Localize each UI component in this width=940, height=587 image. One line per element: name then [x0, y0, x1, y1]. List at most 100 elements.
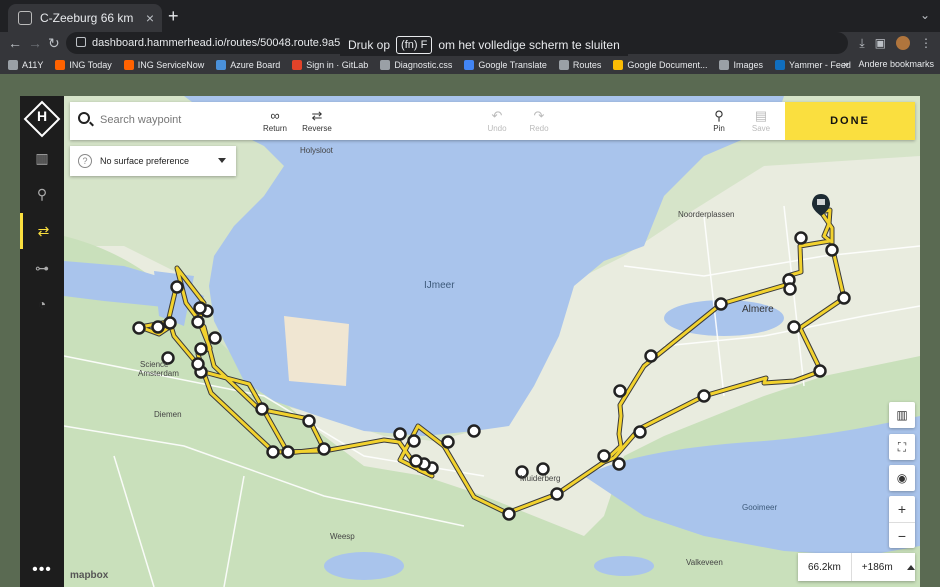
waypoint[interactable]: [193, 301, 207, 315]
help-icon: ?: [78, 154, 92, 168]
waypoint[interactable]: [393, 427, 407, 441]
waypoint[interactable]: [163, 316, 177, 330]
zoom-out-button[interactable]: −: [889, 522, 915, 548]
bookmark-label: Google Translate: [478, 60, 547, 70]
reverse-label: Reverse: [302, 124, 332, 133]
waypoint[interactable]: [783, 282, 797, 296]
caret-up-icon[interactable]: [906, 564, 915, 570]
more-icon[interactable]: •••: [20, 561, 64, 579]
waypoint[interactable]: [813, 364, 827, 378]
waypoint[interactable]: [302, 414, 316, 428]
bookmark-favicon-icon: [216, 60, 227, 70]
waypoint[interactable]: [714, 297, 728, 311]
waypoint[interactable]: [502, 507, 516, 521]
bookmark-item[interactable]: Google Document...: [613, 60, 707, 70]
bike-icon[interactable]: ⚲: [20, 176, 64, 212]
forward-arrow-icon[interactable]: →: [28, 35, 42, 51]
waypoint[interactable]: [612, 457, 626, 471]
hammerhead-logo-icon[interactable]: [23, 100, 61, 138]
waypoint[interactable]: [467, 424, 481, 438]
profile-avatar[interactable]: [896, 36, 910, 50]
bookmark-item[interactable]: Images: [719, 60, 763, 70]
bookmark-item[interactable]: A11Y: [8, 60, 43, 70]
waypoint[interactable]: [281, 445, 295, 459]
mapbox-attribution[interactable]: mapbox: [70, 570, 108, 581]
pin-label: Pin: [713, 124, 725, 133]
route-stats[interactable]: 66.2km +186m: [798, 553, 915, 581]
reverse-button[interactable]: ⇄ Reverse: [297, 108, 337, 133]
waypoint[interactable]: [794, 231, 808, 245]
waypoint[interactable]: [151, 320, 165, 334]
routes-icon[interactable]: ⇄: [20, 213, 64, 249]
bookmark-item[interactable]: Diagnostic.css: [380, 60, 452, 70]
bookmark-item[interactable]: ING Today: [55, 60, 112, 70]
waypoint[interactable]: [255, 402, 269, 416]
waypoint[interactable]: [208, 331, 222, 345]
reload-icon[interactable]: ↻: [48, 35, 60, 52]
return-button[interactable]: ∞ Return: [255, 108, 295, 133]
waypoint[interactable]: [633, 425, 647, 439]
workouts-icon[interactable]: ⊶: [20, 250, 64, 286]
waypoint[interactable]: [536, 462, 550, 476]
waypoint[interactable]: [317, 442, 331, 456]
zoom-in-button[interactable]: +: [889, 496, 915, 522]
tab-close-icon[interactable]: ×: [146, 10, 154, 26]
map-style-button[interactable]: ▥: [889, 402, 915, 428]
waypoint[interactable]: [132, 321, 146, 335]
save-button[interactable]: ▤ Save: [741, 108, 781, 133]
back-arrow-icon[interactable]: ←: [8, 35, 22, 51]
waypoint[interactable]: [597, 449, 611, 463]
bookmark-item[interactable]: Sign in · GitLab: [292, 60, 368, 70]
browser-tab[interactable]: C-Zeeburg 66 km ×: [8, 4, 162, 32]
waypoint[interactable]: [170, 280, 184, 294]
map-icon: ▥: [896, 408, 908, 422]
done-button[interactable]: DONE: [785, 102, 915, 140]
map-label-almere: Almere: [742, 304, 774, 315]
dashboard-icon[interactable]: ◔: [20, 286, 64, 322]
bookmark-item[interactable]: Routes: [558, 60, 601, 70]
waypoint[interactable]: [697, 389, 711, 403]
distance-value: 66.2km: [808, 561, 841, 573]
bookmarks-more-button[interactable]: »: [843, 59, 848, 69]
bookmark-favicon-icon: [558, 60, 569, 70]
tab-title: C-Zeeburg 66 km: [40, 11, 134, 25]
redo-button[interactable]: ↷ Redo: [519, 108, 559, 133]
new-tab-button[interactable]: +: [168, 6, 179, 27]
waypoint[interactable]: [409, 454, 423, 468]
waypoint[interactable]: [644, 349, 658, 363]
map-label-weesp: Weesp: [330, 532, 355, 541]
surface-preference-select[interactable]: ? No surface preference: [70, 146, 236, 176]
other-bookmarks-folder[interactable]: Andere bookmarks: [858, 59, 934, 69]
bookmark-item[interactable]: Google Translate: [464, 60, 547, 70]
waypoint[interactable]: [194, 342, 208, 356]
waypoint[interactable]: [407, 434, 421, 448]
undo-button[interactable]: ↶ Undo: [477, 108, 517, 133]
bookmark-favicon-icon: [123, 60, 134, 70]
search-input[interactable]: Search waypoint: [100, 114, 181, 126]
stats-icon[interactable]: ▥: [20, 140, 64, 176]
tab-search-chevron-icon[interactable]: ⌄: [920, 8, 930, 22]
waypoint[interactable]: [191, 315, 205, 329]
waypoint[interactable]: [266, 445, 280, 459]
waypoint[interactable]: [441, 435, 455, 449]
pin-button[interactable]: ⚲ Pin: [699, 108, 739, 133]
bookmark-item[interactable]: ING ServiceNow: [123, 60, 204, 70]
bookmark-item[interactable]: Azure Board: [216, 60, 280, 70]
caret-down-icon: [218, 158, 226, 163]
side-panel-icon[interactable]: ▣: [875, 36, 886, 51]
bookmark-item[interactable]: Yammer - Feed: [774, 60, 851, 70]
waypoint[interactable]: [825, 243, 839, 257]
waypoint[interactable]: [550, 487, 564, 501]
locate-button[interactable]: ◉: [889, 465, 915, 491]
url-text: dashboard.hammerhead.io/routes/50048.rou…: [92, 37, 353, 49]
download-icon[interactable]: ⤓: [859, 36, 864, 51]
waypoint[interactable]: [613, 384, 627, 398]
waypoint[interactable]: [191, 357, 205, 371]
surface-preference-label: No surface preference: [100, 156, 190, 166]
fit-bounds-icon: ⛶: [897, 439, 907, 454]
menu-kebab-icon[interactable]: ⋮: [920, 36, 932, 51]
waypoint[interactable]: [787, 320, 801, 334]
fit-route-button[interactable]: ⛶: [889, 434, 915, 460]
bookmark-favicon-icon: [613, 60, 624, 70]
waypoint[interactable]: [837, 291, 851, 305]
